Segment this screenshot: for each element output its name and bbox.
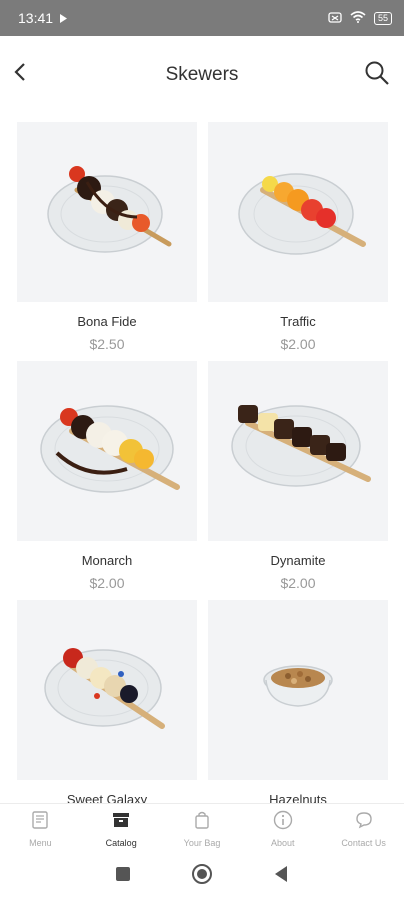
nav-your-bag[interactable]: Your Bag [162, 804, 243, 853]
wifi-icon [350, 10, 366, 26]
product-image [208, 361, 388, 541]
product-card-hazelnuts[interactable]: Hazelnuts [208, 600, 388, 804]
info-icon [273, 810, 293, 835]
back-nav-button[interactable] [273, 865, 289, 888]
nav-label: About [271, 838, 295, 848]
product-price: $2.00 [89, 575, 125, 591]
home-button[interactable] [191, 863, 213, 890]
product-price: $2.00 [280, 336, 316, 352]
product-card-traffic[interactable]: Traffic $2.00 [208, 122, 388, 352]
product-name: Dynamite [270, 553, 326, 568]
search-icon [364, 60, 390, 91]
nav-label: Contact Us [341, 838, 386, 848]
product-image [208, 600, 388, 780]
product-card-bona-fide[interactable]: Bona Fide $2.50 [17, 122, 197, 352]
menu-book-icon [30, 810, 50, 835]
product-price: $2.00 [280, 575, 316, 591]
status-time: 13:41 [18, 10, 54, 26]
nav-catalog[interactable]: Catalog [81, 804, 162, 853]
product-image [208, 122, 388, 302]
product-name: Bona Fide [77, 314, 137, 329]
nav-label: Your Bag [183, 838, 221, 848]
battery-icon: 55 [373, 11, 392, 25]
catalog-icon [111, 810, 131, 835]
bag-icon [192, 810, 212, 835]
sim-icon [328, 10, 342, 26]
product-name: Monarch [81, 553, 133, 568]
back-button[interactable] [8, 60, 32, 88]
chat-icon [354, 810, 374, 835]
nav-label: Menu [29, 838, 52, 848]
product-image [17, 122, 197, 302]
play-icon [59, 10, 68, 26]
product-card-monarch[interactable]: Monarch $2.00 [17, 361, 197, 591]
recents-button[interactable] [115, 866, 131, 887]
product-card-dynamite[interactable]: Dynamite $2.00 [208, 361, 388, 591]
nav-about[interactable]: About [242, 804, 323, 853]
product-card-sweet-galaxy[interactable]: Sweet Galaxy [17, 600, 197, 804]
system-nav-bar [0, 853, 404, 900]
status-bar: 13:41 55 [0, 0, 404, 36]
product-image [17, 600, 197, 780]
nav-menu[interactable]: Menu [0, 804, 81, 853]
search-button[interactable] [362, 60, 392, 90]
nav-contact-us[interactable]: Contact Us [323, 804, 404, 853]
product-name: Traffic [280, 314, 316, 329]
product-image [17, 361, 197, 541]
chevron-left-icon [13, 62, 27, 87]
nav-label: Catalog [105, 838, 137, 848]
bottom-nav: Menu Catalog Your Bag About Contact Us [0, 803, 404, 853]
product-price: $2.50 [89, 336, 125, 352]
product-grid: Bona Fide $2.50 Traffic $2.00 Monarch $2… [0, 114, 404, 804]
app-bar: Skewers [0, 36, 404, 114]
page-title: Skewers [165, 64, 239, 85]
